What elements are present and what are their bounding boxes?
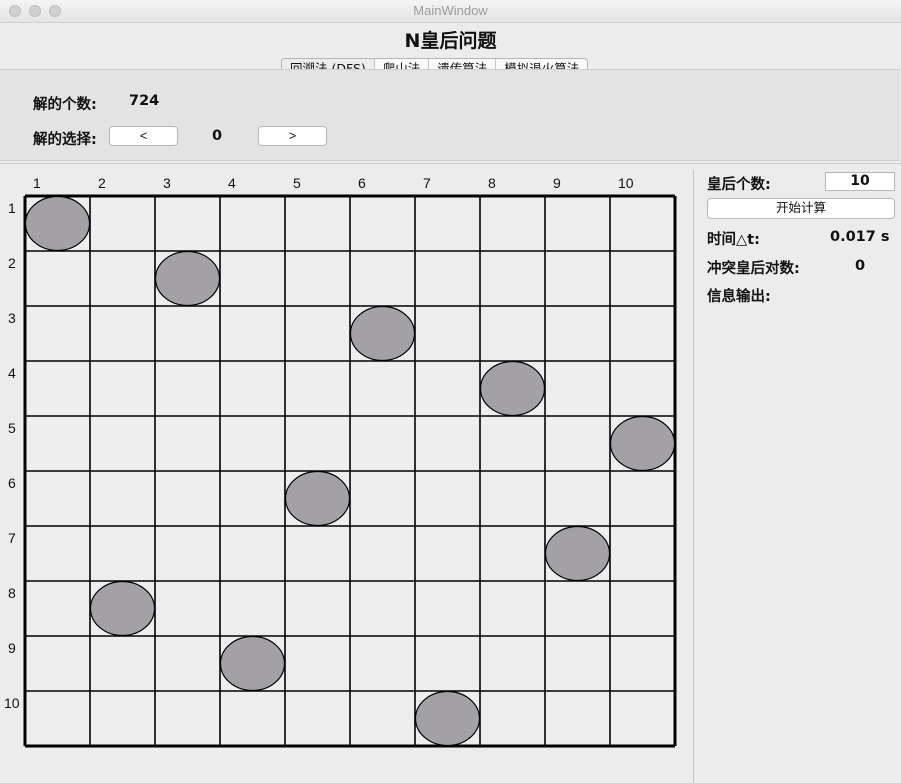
queen-piece — [544, 525, 611, 582]
info-output-label: 信息输出: — [707, 289, 771, 305]
time-value: 0.017 s — [830, 229, 890, 245]
conflict-pairs-value: 0 — [855, 258, 866, 274]
start-calculation-button[interactable]: 开始计算 — [707, 198, 895, 219]
conflict-pairs-label: 冲突皇后对数: — [707, 261, 800, 277]
queen-piece — [154, 250, 221, 307]
queen-piece — [24, 195, 91, 252]
queen-piece — [609, 415, 676, 472]
panel-divider — [693, 170, 694, 783]
queen-count-label: 皇后个数: — [707, 177, 771, 193]
chessboard — [23, 194, 677, 748]
queen-piece — [89, 580, 156, 637]
queen-piece — [219, 635, 286, 692]
queen-count-input[interactable]: 10 — [825, 172, 895, 191]
queen-piece — [284, 470, 351, 527]
queen-piece — [414, 690, 481, 747]
time-label: 时间△t: — [707, 232, 760, 248]
queen-piece — [479, 360, 546, 417]
queen-piece — [349, 305, 416, 362]
